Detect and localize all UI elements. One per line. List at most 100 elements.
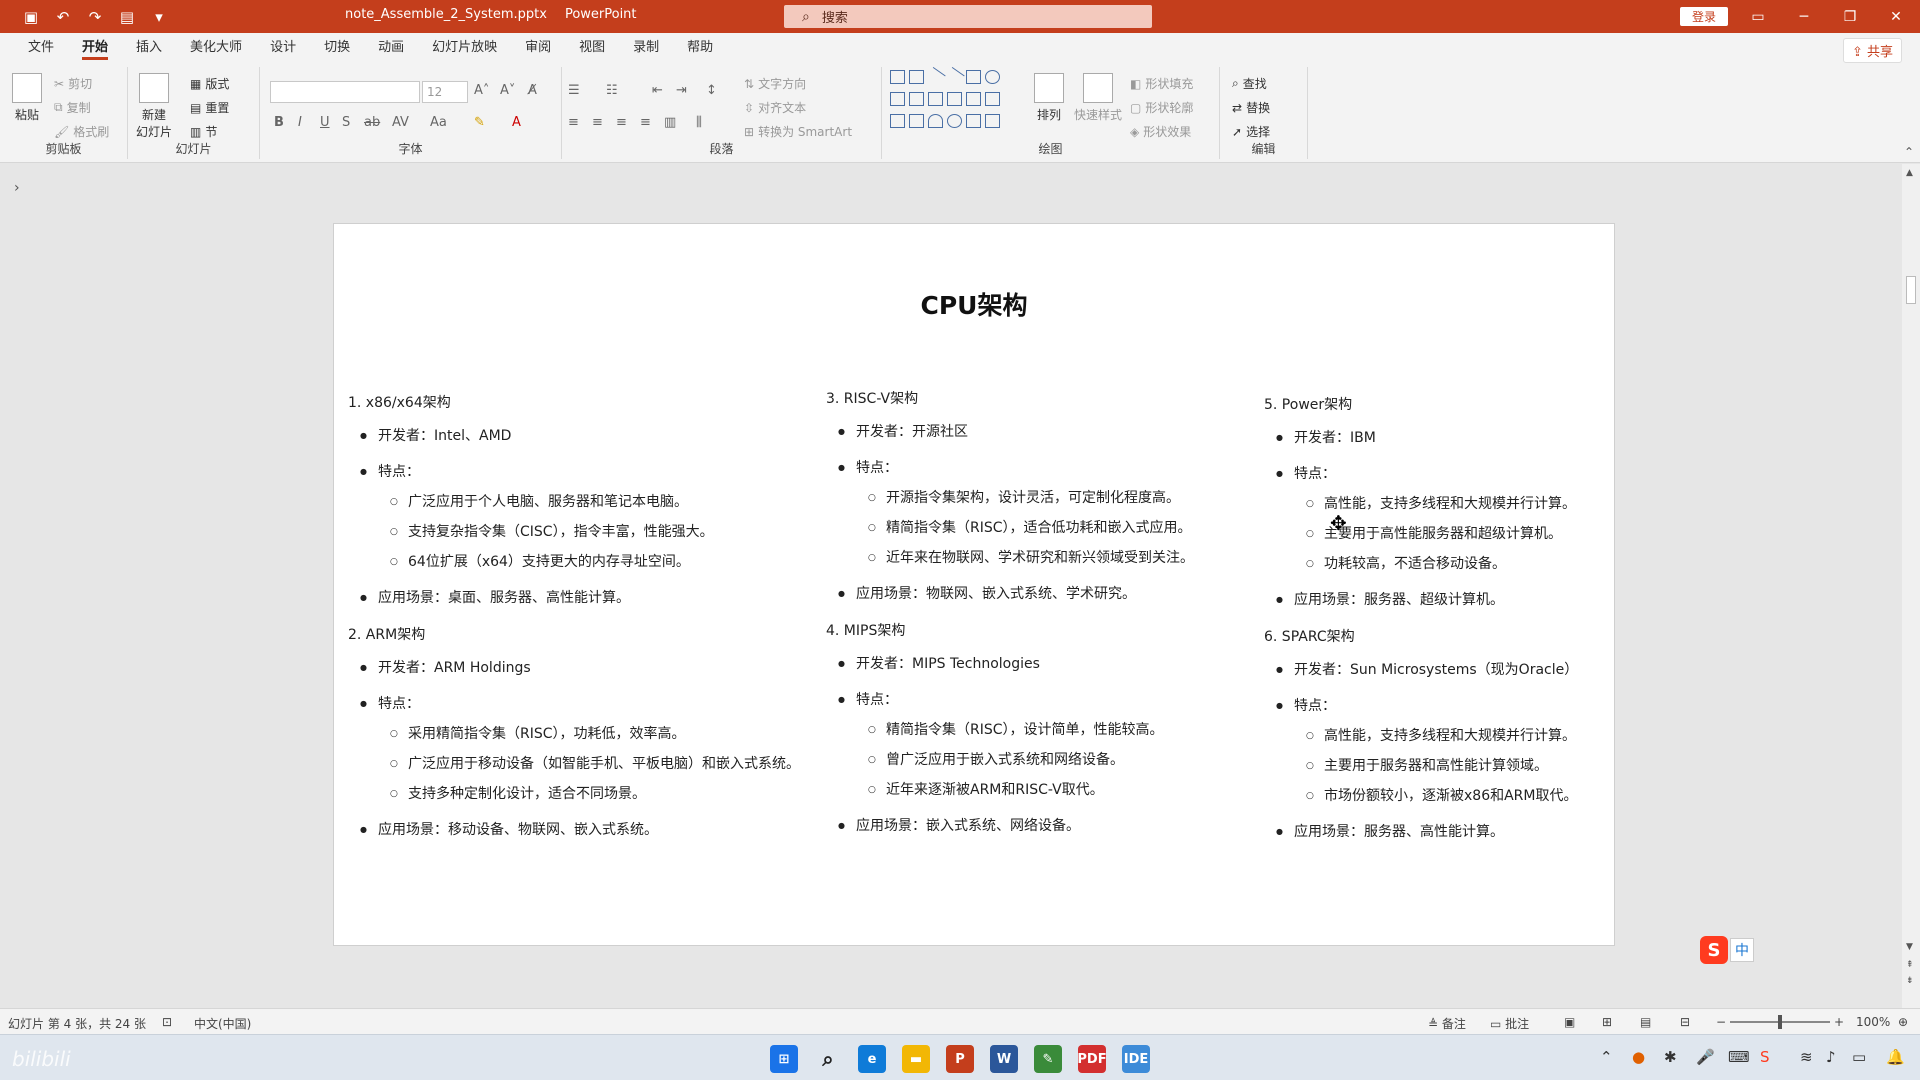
change-case-icon[interactable]: Aa bbox=[430, 115, 447, 130]
shape-rectangle-icon[interactable] bbox=[966, 70, 981, 84]
notes-button[interactable]: ≜ 备注 bbox=[1428, 1015, 1466, 1032]
bold-icon[interactable]: B bbox=[274, 115, 284, 130]
font-color-icon[interactable]: A bbox=[512, 115, 521, 130]
tab-beautify[interactable]: 美化大师 bbox=[176, 33, 256, 63]
text-direction-button[interactable]: ⇅ 文字方向 bbox=[744, 75, 806, 92]
replace-button[interactable]: ⇄ 替换 bbox=[1232, 99, 1270, 116]
layout-button[interactable]: ▦ 版式 bbox=[190, 75, 229, 92]
shape-triangle-icon[interactable] bbox=[909, 92, 924, 106]
find-button[interactable]: ⌕ 查找 bbox=[1232, 75, 1267, 92]
login-button[interactable]: 登录 bbox=[1680, 7, 1728, 26]
shape-elbow2-icon[interactable] bbox=[947, 92, 962, 106]
cut-button[interactable]: ✂ 剪切 bbox=[54, 75, 92, 92]
shape-right-arrow-icon[interactable] bbox=[966, 92, 981, 106]
search-box[interactable]: ⌕ 搜索 bbox=[784, 5, 1152, 28]
font-size-select[interactable]: 12 bbox=[422, 81, 468, 103]
shape-oval-icon[interactable] bbox=[985, 70, 1000, 84]
tray-sogou-icon[interactable]: S bbox=[1760, 1048, 1770, 1066]
underline-icon[interactable]: U bbox=[320, 115, 330, 130]
close-icon[interactable]: ✕ bbox=[1873, 0, 1919, 33]
scroll-down-icon[interactable]: ▼ bbox=[1906, 942, 1913, 952]
shape-freeform-icon[interactable] bbox=[909, 114, 924, 128]
taskbar-search-icon[interactable]: ⌕ bbox=[814, 1045, 842, 1073]
shape-line-icon[interactable] bbox=[925, 66, 946, 88]
tab-file[interactable]: 文件 bbox=[14, 33, 68, 63]
ide-icon[interactable]: IDE bbox=[1122, 1045, 1150, 1073]
tab-transitions[interactable]: 切换 bbox=[310, 33, 364, 63]
arrange-button[interactable]: 排列 bbox=[1034, 73, 1064, 123]
redo-icon[interactable]: ↷ bbox=[82, 6, 108, 28]
format-painter-button[interactable]: 🖌 格式刷 bbox=[54, 123, 109, 140]
bullets-icon[interactable]: ☰ bbox=[568, 83, 580, 98]
editor-icon[interactable]: ✎ bbox=[1034, 1045, 1062, 1073]
tab-help[interactable]: 帮助 bbox=[673, 33, 727, 63]
share-button[interactable]: ⇪ 共享 bbox=[1842, 38, 1902, 63]
shape-expand-icon[interactable] bbox=[1004, 114, 1019, 128]
zoom-level[interactable]: 100% bbox=[1856, 1015, 1890, 1029]
tab-animations[interactable]: 动画 bbox=[364, 33, 418, 63]
slide-canvas[interactable]: CPU架构 1. x86/x64架构开发者：Intel、AMD 特点： 广泛应用于个… bbox=[333, 223, 1615, 946]
align-right-icon[interactable]: ≡ bbox=[616, 115, 627, 130]
shape-brace-left-icon[interactable] bbox=[966, 114, 981, 128]
justify-icon[interactable]: ≡ bbox=[640, 115, 651, 130]
shadow-icon[interactable]: S bbox=[342, 115, 350, 130]
shape-brace-right-icon[interactable] bbox=[985, 114, 1000, 128]
wifi-icon[interactable]: ≋ bbox=[1800, 1048, 1813, 1066]
tray-pin-icon[interactable]: ✱ bbox=[1664, 1048, 1677, 1066]
columns-icon[interactable]: ⫼ bbox=[696, 115, 702, 130]
file-explorer-icon[interactable]: ▬ bbox=[902, 1045, 930, 1073]
comments-button[interactable]: ▭ 批注 bbox=[1490, 1015, 1529, 1032]
tab-insert[interactable]: 插入 bbox=[122, 33, 176, 63]
ribbon-display-icon[interactable]: ▭ bbox=[1735, 0, 1781, 33]
quick-styles-button[interactable]: 快速样式 bbox=[1074, 73, 1122, 123]
line-spacing-icon[interactable]: ↕ bbox=[706, 83, 717, 98]
align-left-icon[interactable]: ≡ bbox=[568, 115, 579, 130]
tray-expand-icon[interactable]: ⌃ bbox=[1600, 1048, 1613, 1066]
grow-font-icon[interactable]: A˄ bbox=[474, 83, 489, 98]
smartart-button[interactable]: ⊞ 转换为 SmartArt bbox=[744, 123, 852, 140]
customize-qat-icon[interactable]: ▾ bbox=[146, 6, 172, 28]
zoom-in-icon[interactable]: + bbox=[1834, 1015, 1844, 1029]
notification-icon[interactable]: 🔔 bbox=[1886, 1048, 1905, 1066]
shape-rect2-icon[interactable] bbox=[890, 92, 905, 106]
tray-input-icon[interactable]: ⌨ bbox=[1728, 1048, 1750, 1066]
scroll-up-icon[interactable]: ▲ bbox=[1906, 168, 1913, 178]
decrease-indent-icon[interactable]: ⇤ bbox=[652, 83, 663, 98]
shape-curve-icon[interactable] bbox=[947, 114, 962, 128]
strikethrough-icon[interactable]: ab bbox=[364, 115, 380, 130]
collapse-ribbon-icon[interactable]: ⌃ bbox=[1904, 145, 1914, 159]
highlight-icon[interactable]: ✎ bbox=[474, 115, 485, 130]
save-icon[interactable]: ▣ bbox=[18, 6, 44, 28]
shape-pentagon-icon[interactable] bbox=[890, 114, 905, 128]
column-3[interactable]: 5. Power架构开发者：IBM特点：高性能，支持多线程和大规模并行计算。主要… bbox=[1264, 394, 1604, 858]
shape-textbox-icon[interactable] bbox=[890, 70, 905, 84]
tab-review[interactable]: 审阅 bbox=[511, 33, 565, 63]
tab-view[interactable]: 视图 bbox=[565, 33, 619, 63]
shape-fill-button[interactable]: ◧ 形状填充 bbox=[1130, 75, 1193, 92]
microphone-icon[interactable]: 🎤 bbox=[1696, 1048, 1715, 1066]
shape-more-icon[interactable] bbox=[1004, 70, 1019, 84]
slide-sorter-icon[interactable]: ⊞ bbox=[1602, 1015, 1612, 1029]
scroll-thumb[interactable] bbox=[1906, 276, 1916, 304]
word-icon[interactable]: W bbox=[990, 1045, 1018, 1073]
shrink-font-icon[interactable]: A˅ bbox=[500, 83, 515, 98]
edge-icon[interactable]: e bbox=[858, 1045, 886, 1073]
tab-design[interactable]: 设计 bbox=[256, 33, 310, 63]
clear-format-icon[interactable]: A̸ bbox=[528, 83, 537, 98]
slideshow-icon[interactable]: ⊟ bbox=[1680, 1015, 1690, 1029]
expand-thumbnails-icon[interactable]: › bbox=[14, 180, 20, 196]
italic-icon[interactable]: I bbox=[298, 115, 302, 130]
shape-scroll-icon[interactable] bbox=[1004, 92, 1019, 106]
shape-down-arrow-icon[interactable] bbox=[985, 92, 1000, 106]
paste-button[interactable]: 粘贴 bbox=[12, 73, 42, 123]
prev-slide-icon[interactable]: ⇞ bbox=[1906, 960, 1914, 970]
zoom-slider-knob[interactable] bbox=[1778, 1015, 1782, 1029]
restore-icon[interactable]: ❐ bbox=[1827, 0, 1873, 33]
align-text-button[interactable]: ⇳ 对齐文本 bbox=[744, 99, 806, 116]
shape-elbow-icon[interactable] bbox=[928, 92, 943, 106]
next-slide-icon[interactable]: ⇟ bbox=[1906, 976, 1914, 986]
tray-app-icon[interactable]: ● bbox=[1632, 1048, 1645, 1066]
normal-view-icon[interactable]: ▣ bbox=[1564, 1015, 1575, 1029]
pdf-icon[interactable]: PDF bbox=[1077, 1045, 1107, 1073]
increase-indent-icon[interactable]: ⇥ bbox=[676, 83, 687, 98]
